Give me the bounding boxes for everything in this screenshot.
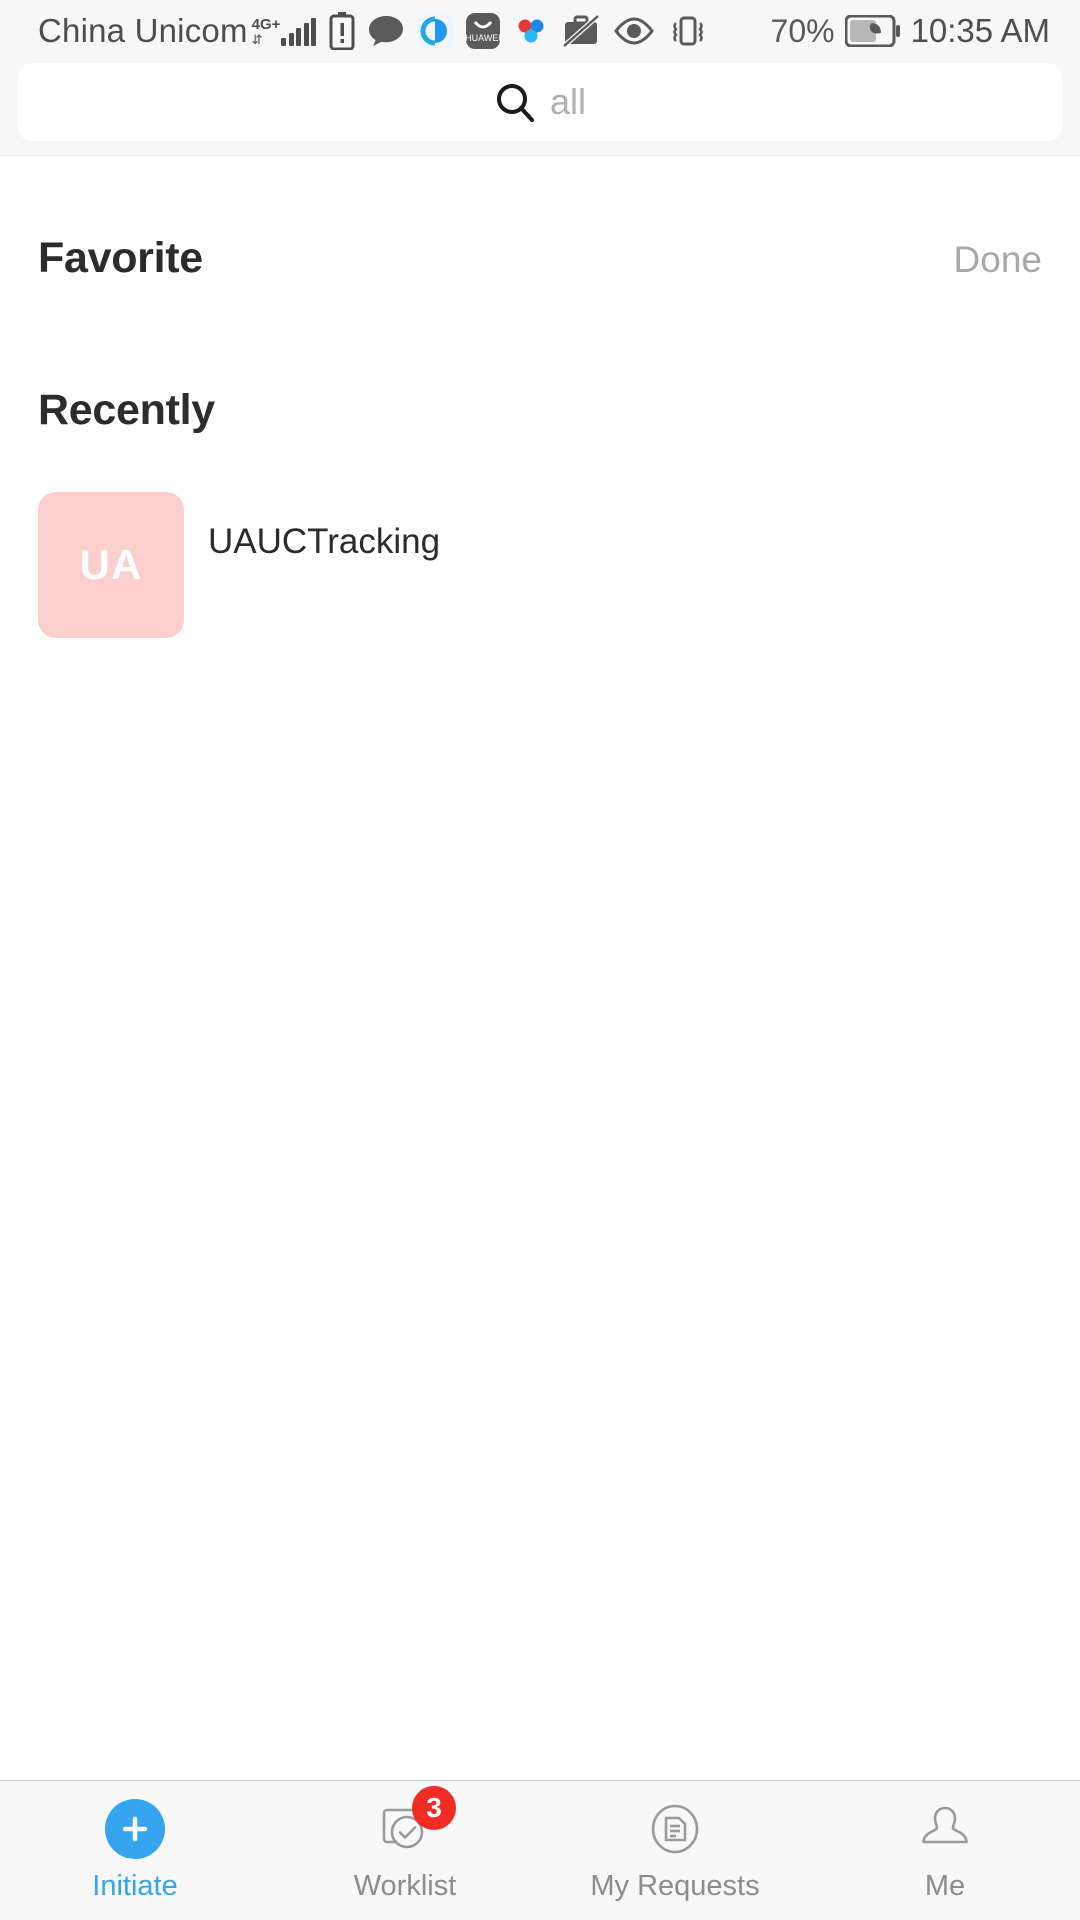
done-button[interactable]: Done	[954, 239, 1042, 281]
vibrate-icon	[668, 13, 708, 49]
recently-title: Recently	[38, 386, 215, 434]
app-screen: China Unicom 4G+ ⇵ HUAWEI 70% 10:35 AM a…	[0, 0, 1080, 1920]
recently-section-header: Recently	[38, 283, 1042, 435]
tab-worklist[interactable]: 3 Worklist	[270, 1781, 540, 1920]
carrier-label: China Unicom	[38, 12, 248, 49]
search-bar-container: all	[0, 62, 1080, 156]
signal-bars-icon: 4G+ ⇵	[252, 17, 317, 46]
app-tile-icon[interactable]: UA	[38, 492, 184, 638]
bottom-tab-bar: Initiate 3 Worklist My Requests Me	[0, 1780, 1080, 1920]
status-bar: China Unicom 4G+ ⇵ HUAWEI 70% 10:35 AM	[0, 0, 1080, 62]
tab-label-me: Me	[924, 1870, 966, 1902]
status-icon-group: 4G+ ⇵ HUAWEI	[252, 12, 709, 50]
favorite-title: Favorite	[38, 234, 203, 282]
recently-app-list: UA UAUCTracking	[38, 492, 1042, 638]
power-saving-battery-icon	[844, 15, 901, 47]
work-mode-off-icon	[562, 14, 601, 48]
favorite-section-header: Favorite Done	[38, 156, 1042, 283]
search-input[interactable]: all	[18, 62, 1062, 141]
document-circle-icon	[644, 1798, 706, 1860]
browser-icon	[417, 13, 454, 49]
list-item[interactable]: UA UAUCTracking	[38, 492, 440, 638]
clock-label: 10:35 AM	[910, 12, 1050, 49]
person-icon	[914, 1798, 976, 1860]
eye-comfort-icon	[613, 16, 655, 46]
network-type-label: 4G+	[251, 15, 281, 33]
message-bubble-icon	[368, 14, 404, 48]
battery-percent-label: 70%	[770, 12, 835, 49]
main-content: Favorite Done Recently UA UAUCTracking	[0, 156, 1080, 1780]
svg-text:HUAWEI: HUAWEI	[466, 33, 500, 43]
app-label: UAUCTracking	[208, 522, 441, 561]
tab-initiate[interactable]: Initiate	[0, 1781, 270, 1920]
plus-circle-icon	[104, 1798, 166, 1860]
tab-label-my-requests: My Requests	[590, 1870, 760, 1902]
status-bar-right: 70% 10:35 AM	[771, 12, 1050, 50]
huawei-appgallery-icon: HUAWEI	[466, 13, 501, 49]
tab-me[interactable]: Me	[810, 1781, 1080, 1920]
app-tile-initials: UA	[79, 541, 143, 588]
tab-label-worklist: Worklist	[353, 1870, 457, 1902]
search-placeholder: all	[549, 80, 587, 122]
worklist-badge: 3	[412, 1786, 456, 1830]
cloud-sync-icon	[513, 13, 549, 49]
search-icon	[494, 81, 536, 123]
tab-my-requests[interactable]: My Requests	[540, 1781, 810, 1920]
checklist-icon: 3	[374, 1786, 456, 1860]
battery-alert-icon	[329, 12, 355, 50]
tab-label-initiate: Initiate	[92, 1870, 178, 1902]
